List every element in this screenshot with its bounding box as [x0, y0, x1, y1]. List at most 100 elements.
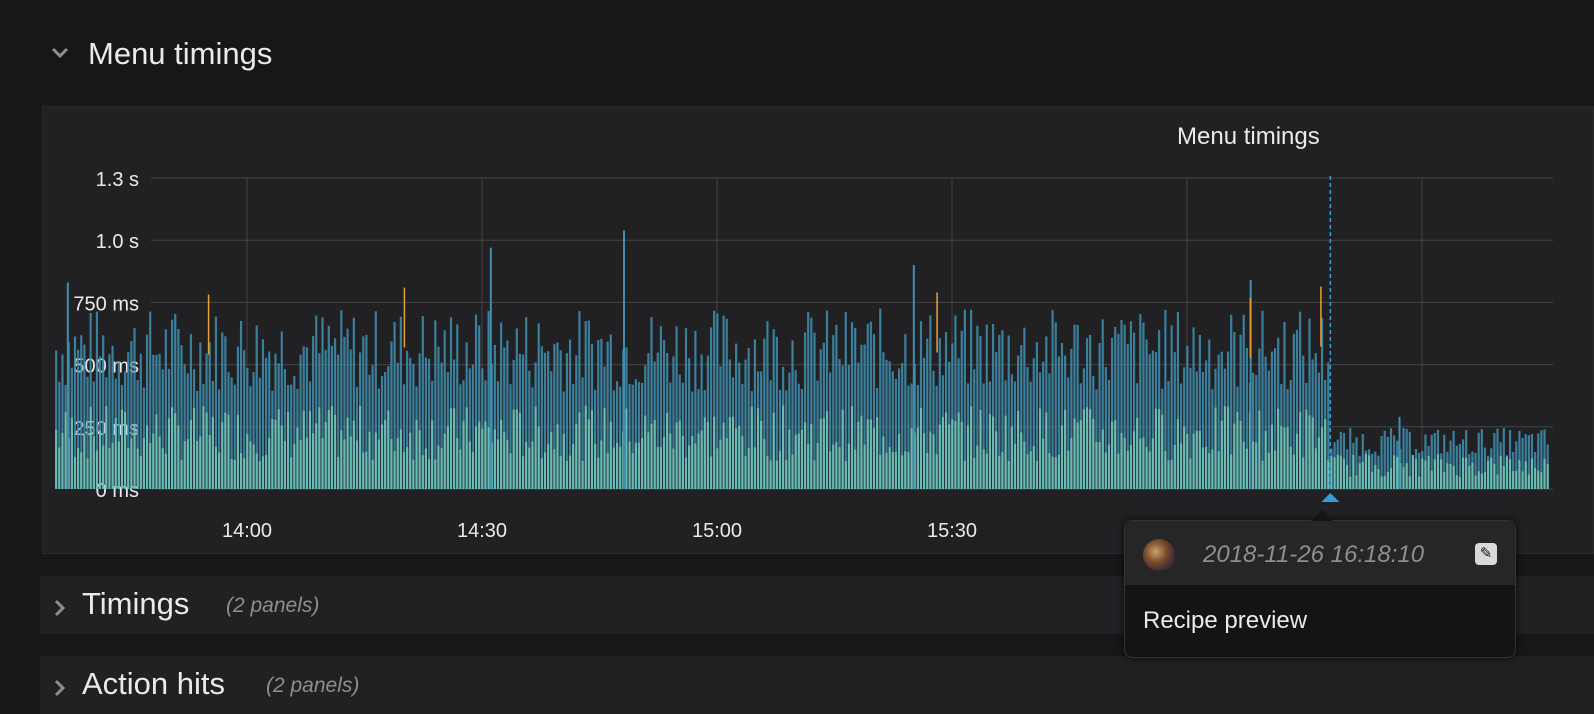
bar-mean: [1126, 450, 1129, 489]
bar-mean: [462, 420, 465, 489]
bar-mean: [374, 432, 377, 489]
bar-mean: [631, 453, 634, 489]
bar-mean: [1402, 466, 1405, 489]
bar-mean: [224, 412, 227, 489]
bar-mean: [1352, 454, 1355, 489]
bar-mean: [750, 406, 753, 489]
row-name: Action hits: [82, 666, 226, 701]
bar-mean: [766, 455, 769, 489]
bar-mean: [192, 407, 196, 489]
bar-mean: [716, 448, 719, 489]
bar-mean: [73, 456, 77, 489]
bar-mean: [1098, 442, 1101, 489]
row-menu-timings[interactable]: Menu timings: [40, 30, 1594, 80]
bar-mean: [1067, 450, 1070, 489]
bar-mean: [1458, 476, 1462, 489]
bar-mean: [390, 439, 393, 489]
bar-mean: [876, 417, 879, 489]
row-title: Menu timings: [88, 36, 273, 71]
bar-mean: [1518, 460, 1521, 489]
bar-mean: [265, 455, 268, 489]
bar-mean: [1255, 442, 1258, 489]
bar-mean: [1295, 433, 1299, 489]
bar-mean: [813, 460, 816, 489]
bar-mean: [1540, 472, 1543, 489]
bar-mean: [1045, 412, 1048, 489]
bar-mean: [108, 448, 111, 489]
bar-mean: [841, 409, 844, 489]
bar-mean: [879, 454, 882, 489]
bar-mean: [709, 456, 713, 489]
bar-mean: [1038, 408, 1042, 489]
bar-mean: [1461, 457, 1465, 489]
pencil-icon[interactable]: ✎: [1475, 543, 1497, 565]
bar-mean: [1515, 470, 1518, 489]
peak-bar: [912, 265, 915, 489]
bar-mean: [136, 448, 139, 489]
bar-mean: [196, 441, 199, 489]
row-name: Timings: [82, 586, 190, 621]
bar-mean: [688, 445, 691, 489]
bar-mean: [327, 410, 330, 489]
bar-mean: [359, 405, 362, 489]
bar-mean: [963, 460, 966, 489]
bar-mean: [901, 455, 904, 489]
bar-mean: [509, 453, 512, 489]
bar-mean: [769, 460, 772, 489]
bar-mean: [1123, 437, 1126, 489]
bar-mean: [556, 424, 559, 489]
bar-mean: [340, 430, 343, 489]
bar-mean: [738, 425, 741, 489]
bar-mean: [418, 430, 421, 489]
bar-mean: [1468, 465, 1471, 489]
bar-mean: [753, 447, 757, 489]
y-tick-label: 750 ms: [73, 293, 139, 315]
bar-mean: [1499, 455, 1502, 489]
bar-mean: [1264, 430, 1267, 489]
bar-mean: [919, 407, 923, 489]
bar-mean: [1543, 458, 1546, 489]
bar-mean: [568, 455, 572, 489]
bar-mean: [756, 408, 760, 489]
bar-mean: [747, 447, 750, 489]
chevron-down-icon[interactable]: [50, 46, 70, 65]
bar-mean: [1026, 454, 1029, 489]
bar-mean: [800, 429, 804, 489]
bar-mean: [199, 436, 202, 489]
bar-mean: [1048, 453, 1051, 489]
bar-mean: [117, 441, 120, 489]
chevron-right-icon[interactable]: [52, 598, 66, 623]
peak-bar: [489, 247, 492, 489]
menu-timings-chart[interactable]: 0 ms250 ms500 ms750 ms1.0 s1.3 s14:00 14:…: [43, 107, 1594, 555]
bar-mean: [550, 432, 553, 489]
bar-mean: [349, 436, 352, 489]
x-tick-label: 14:30: [457, 520, 507, 542]
bar-mean: [863, 444, 866, 489]
bar-mean: [991, 416, 995, 489]
bar-mean: [1273, 450, 1277, 489]
bar-mean: [518, 412, 522, 489]
bar-mean: [788, 429, 791, 489]
bar-mean: [465, 407, 468, 489]
bar-mean: [1076, 422, 1079, 489]
annotation-text: Recipe preview: [1143, 607, 1308, 634]
bar-mean: [1471, 462, 1474, 489]
bar-mean: [239, 453, 243, 489]
bar-mean: [854, 449, 857, 489]
avatar: [1143, 539, 1175, 571]
bar-mean: [1223, 406, 1227, 489]
bar-max: [207, 294, 210, 355]
bar-mean: [960, 421, 963, 489]
bar-mean: [1239, 420, 1242, 489]
bar-mean: [998, 455, 1001, 489]
bar-mean: [214, 446, 218, 489]
chevron-right-icon[interactable]: [52, 678, 66, 703]
bar-mean: [628, 441, 631, 489]
tooltip-header: 2018-11-26 16:18:10 ✎: [1125, 521, 1515, 585]
row-action-hits[interactable]: Action hits (2 panels): [40, 656, 1594, 714]
bar-mean: [500, 419, 503, 489]
x-tick-label: 15:00: [692, 520, 742, 542]
bar-mean: [377, 439, 381, 489]
bar-mean: [1314, 448, 1317, 489]
bar-mean: [1070, 438, 1073, 489]
